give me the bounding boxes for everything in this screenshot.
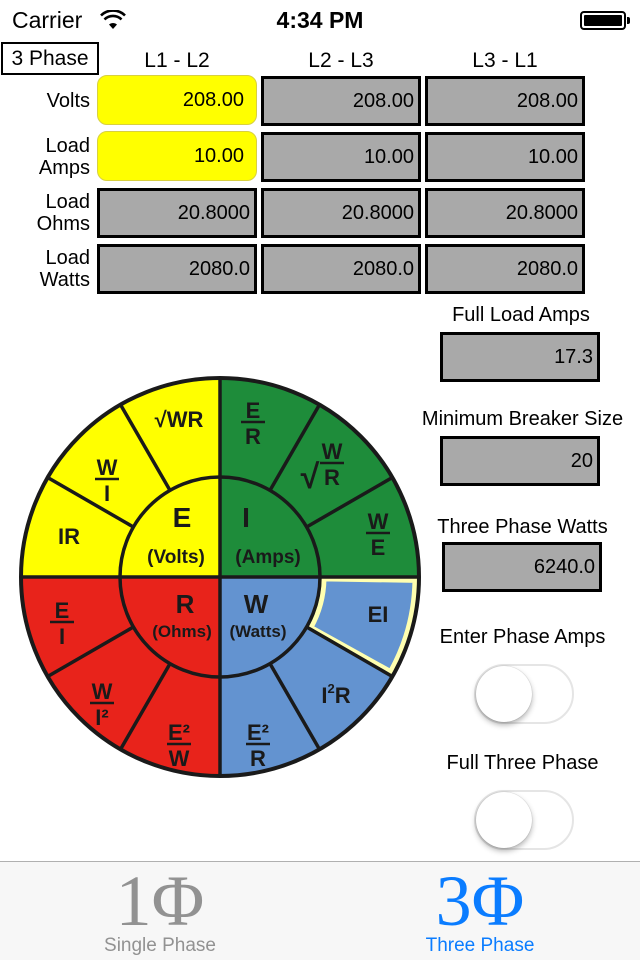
- battery-full-icon: [580, 11, 626, 30]
- center-volts-symbol: E: [173, 502, 192, 533]
- formula-numerator: W: [97, 455, 118, 480]
- amps-l2-l3-field: 10.00: [261, 132, 421, 182]
- tab-single-phase[interactable]: 1Φ Single Phase: [0, 862, 320, 960]
- formula-denominator: E: [371, 535, 386, 560]
- ohms-l2-l3-field: 20.8000: [261, 188, 421, 238]
- formula-numerator: E²: [247, 720, 269, 745]
- row-label-line1: Load: [45, 191, 91, 213]
- watts-l1-l2-field: 2080.0: [97, 244, 257, 294]
- full-load-amps-value: 17.3: [440, 332, 600, 382]
- row-label-load-amps: Load Amps: [0, 135, 90, 179]
- toggle-knob: [476, 666, 532, 722]
- toggle-knob: [476, 792, 532, 848]
- watts-l3-l1-field: 2080.0: [425, 244, 585, 294]
- formula-numerator: E: [246, 398, 261, 423]
- formula-numerator: E²: [168, 720, 190, 745]
- center-amps-unit: (Amps): [235, 547, 300, 568]
- formula-sqrt-w-over-r: √: [301, 458, 320, 496]
- tab-bar: 1Φ Single Phase 3Φ Three Phase: [0, 861, 640, 960]
- formula-sqrt-wr: √WR: [155, 407, 204, 432]
- center-ohms-unit: (Ohms): [152, 622, 212, 641]
- formula-denominator: I: [59, 624, 65, 649]
- formula-ir: IR: [58, 524, 80, 549]
- ohms-l3-l1-field: 20.8000: [425, 188, 585, 238]
- column-header-l1-l2: L1 - L2: [144, 49, 210, 72]
- phase-indicator: 3 Phase: [1, 42, 99, 75]
- amps-l1-l2-input[interactable]: 10.00: [97, 131, 257, 181]
- formula-numerator: W: [368, 509, 389, 534]
- watts-l2-l3-field: 2080.0: [261, 244, 421, 294]
- center-watts-symbol: W: [244, 589, 269, 619]
- center-volts-unit: (Volts): [147, 547, 205, 568]
- formula-denominator: W: [169, 746, 190, 771]
- volts-l1-l2-input[interactable]: 208.00: [97, 75, 257, 125]
- center-amps-symbol: I: [242, 502, 250, 533]
- ohms-l1-l2-field: 20.8000: [97, 188, 257, 238]
- three-phase-watts-label: Three Phase Watts: [437, 516, 608, 538]
- full-three-phase-toggle[interactable]: [474, 790, 574, 850]
- battery-tip: [627, 17, 630, 24]
- tab-three-phase-label: Three Phase: [425, 935, 535, 956]
- clock: 4:34 PM: [276, 7, 364, 33]
- sqrt-sign: √: [301, 458, 320, 496]
- formula-i2r: I2R: [321, 681, 350, 708]
- row-label-volts-text: Volts: [46, 90, 90, 112]
- formula-numerator: W: [92, 679, 113, 704]
- volts-l2-l3-field: 208.00: [261, 76, 421, 126]
- formula-ei: EI: [368, 602, 389, 627]
- full-three-phase-label: Full Three Phase: [446, 752, 599, 774]
- row-label-line2: Ohms: [36, 213, 90, 235]
- three-phase-icon: 3Φ: [435, 861, 525, 941]
- row-label-line1: Load: [45, 247, 91, 269]
- formula-numerator: W: [322, 439, 343, 464]
- status-bar: Carrier 4:34 PM: [0, 0, 640, 40]
- tab-single-phase-label: Single Phase: [104, 935, 216, 956]
- column-header-l2-l3: L2 - L3: [308, 49, 374, 72]
- column-header-l3-l1: L3 - L1: [472, 49, 538, 72]
- row-label-load-ohms: Load Ohms: [0, 191, 90, 235]
- row-label-volts: Volts: [0, 90, 90, 112]
- formula-denominator: R: [250, 746, 266, 771]
- ohms-law-wheel: E(Volts)I(Amps)R(Ohms)W(Watts)IRWI√WR ER√…: [19, 376, 421, 778]
- formula-numerator: E: [55, 598, 70, 623]
- row-label-load-watts: Load Watts: [0, 247, 90, 291]
- volts-l3-l1-field: 208.00: [425, 76, 585, 126]
- amps-l3-l1-field: 10.00: [425, 132, 585, 182]
- single-phase-icon: 1Φ: [115, 861, 205, 941]
- formula-e2-over-w: E²W: [167, 720, 191, 771]
- formula-denominator: R: [245, 424, 261, 449]
- min-breaker-value: 20: [440, 436, 600, 486]
- three-phase-watts-value: 6240.0: [442, 542, 602, 592]
- full-load-amps-label: Full Load Amps: [452, 304, 590, 326]
- center-watts-unit: (Watts): [230, 622, 287, 641]
- enter-phase-amps-toggle[interactable]: [474, 664, 574, 724]
- enter-phase-amps-label: Enter Phase Amps: [439, 626, 606, 648]
- center-ohms-symbol: R: [176, 589, 195, 619]
- formula-denominator: R: [324, 465, 340, 490]
- row-label-line1: Load: [45, 135, 91, 157]
- formula-denominator: I²: [95, 705, 108, 730]
- row-label-line2: Amps: [38, 157, 90, 179]
- tab-three-phase[interactable]: 3Φ Three Phase: [320, 862, 640, 960]
- min-breaker-label: Minimum Breaker Size: [421, 408, 624, 430]
- formula-denominator: I: [104, 481, 110, 506]
- row-label-line2: Watts: [39, 269, 90, 291]
